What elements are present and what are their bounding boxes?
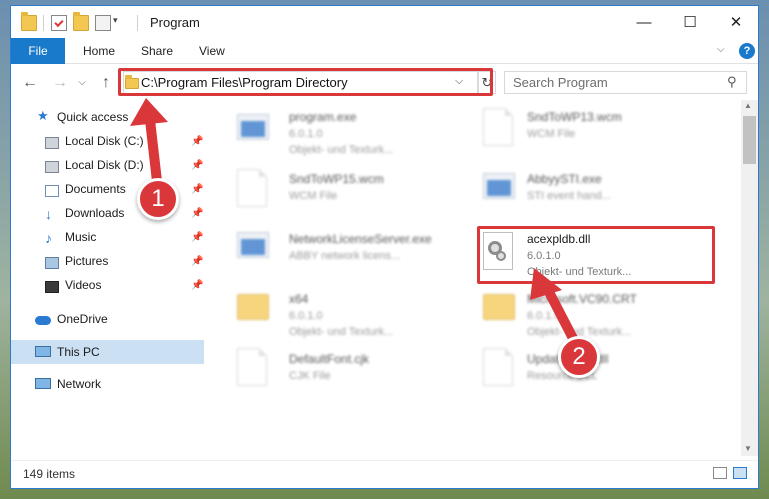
- step-1-badge: 1: [137, 178, 179, 220]
- step-2-badge: 2: [558, 336, 600, 378]
- annotation-arrows: [130, 98, 583, 353]
- arrow-1-head: [130, 98, 168, 126]
